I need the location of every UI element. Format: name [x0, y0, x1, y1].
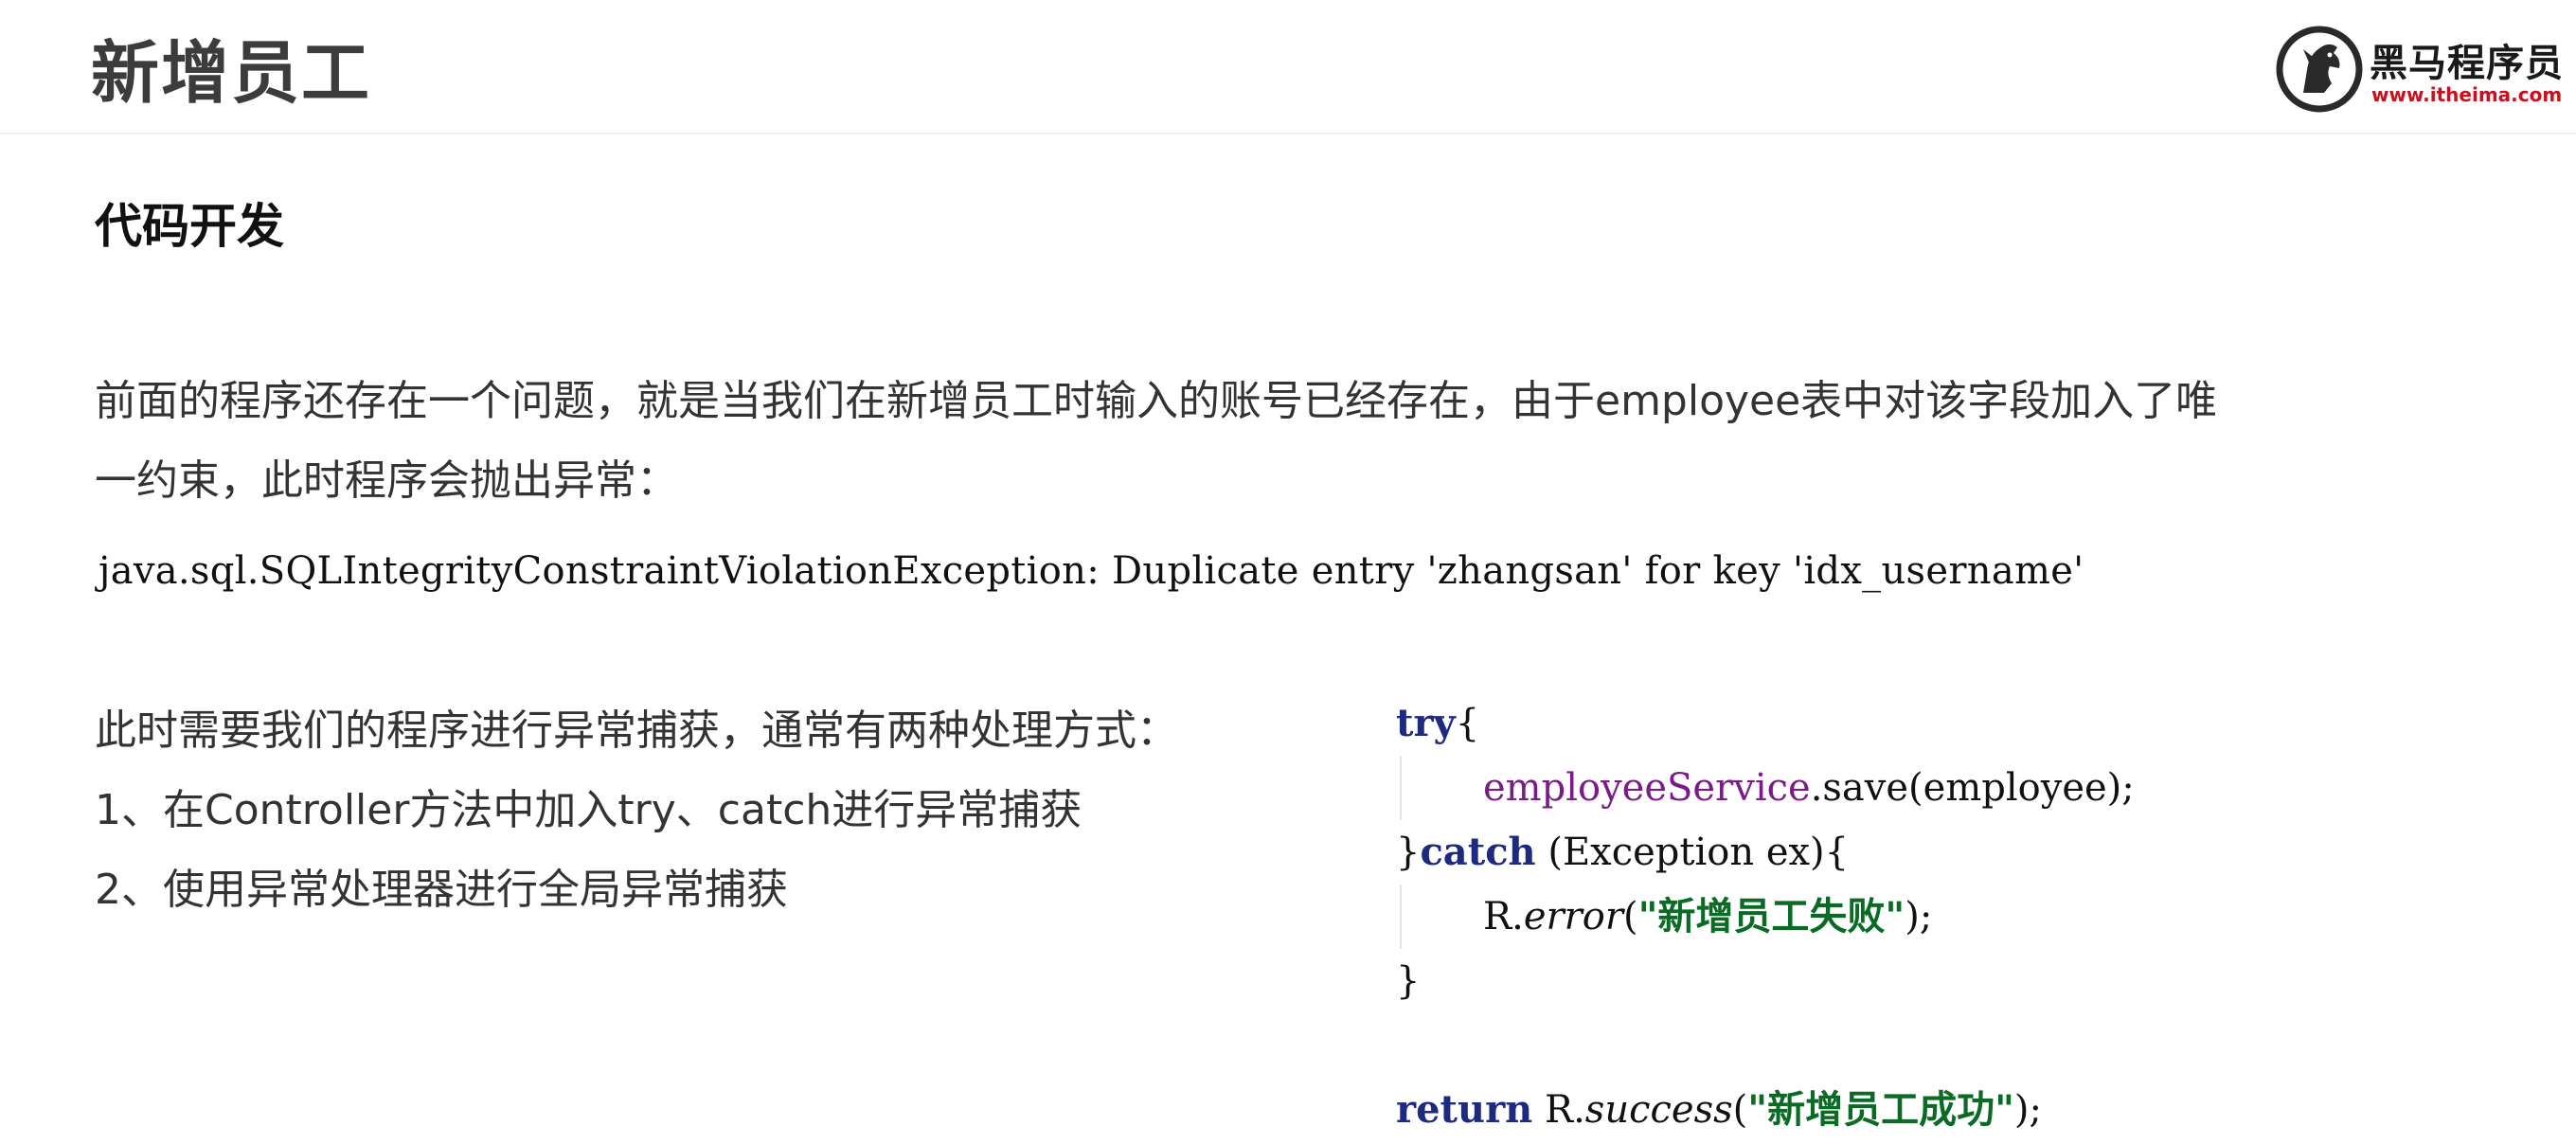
section-heading: 代码开发 — [95, 199, 284, 254]
code-line-end-brace: } — [1396, 949, 2135, 1013]
code-field-service: employeeService — [1483, 766, 1811, 810]
code-open-brace: { — [1455, 702, 1480, 745]
code-success-string: "新增员工成功" — [1747, 1087, 2014, 1132]
code-paren-close-2: ); — [2013, 1088, 2043, 1132]
page-title: 新增员工 — [91, 33, 372, 113]
code-save-call: .save(employee); — [1810, 766, 2135, 810]
code-catch-rest: (Exception ex){ — [1535, 831, 1850, 874]
horse-head-logo-icon — [2276, 26, 2363, 113]
code-line-catch: }catch (Exception ex){ — [1396, 820, 2135, 885]
code-error-string: "新增员工失败" — [1637, 894, 1905, 938]
code-snippet: try{ employeeService.save(employee); }ca… — [1396, 691, 2135, 1142]
exception-message: java.sql.SQLIntegrityConstraintViolation… — [98, 549, 2084, 593]
code-line-save: employeeService.save(employee); — [1396, 756, 2135, 820]
list-item-1: 1、在Controller方法中加入try、catch进行异常捕获 — [95, 786, 1082, 834]
brand-logo: 黑马程序员 www.itheima.com — [2275, 25, 2563, 114]
code-paren-open: ( — [1622, 895, 1638, 938]
paragraph-line-2: 一约束，此时程序会抛出异常： — [95, 456, 678, 505]
logo-name: 黑马程序员 — [2370, 42, 2564, 85]
code-end-brace: } — [1396, 959, 1421, 1003]
keyword-return: return — [1396, 1087, 1533, 1132]
list-item-2: 2、使用异常处理器进行全局异常捕获 — [95, 866, 788, 914]
code-line-try: try{ — [1396, 691, 2135, 756]
code-error-method: error — [1523, 895, 1623, 938]
paragraph-line-1: 前面的程序还存在一个问题，就是当我们在新增员工时输入的账号已经存在，由于empl… — [95, 377, 2218, 425]
code-r-object-2: R. — [1532, 1088, 1585, 1132]
code-close-brace: } — [1396, 831, 1421, 874]
code-line-return: return R.success("新增员工成功"); — [1396, 1078, 2135, 1142]
code-success-method: success — [1584, 1088, 1733, 1132]
keyword-try: try — [1396, 701, 1456, 745]
keyword-catch: catch — [1420, 830, 1536, 874]
list-intro: 此时需要我们的程序进行异常捕获，通常有两种处理方式： — [95, 706, 1178, 755]
code-paren-open-2: ( — [1732, 1088, 1748, 1132]
code-paren-close: ); — [1905, 895, 1933, 938]
code-r-object: R. — [1483, 895, 1524, 938]
handling-list: 此时需要我们的程序进行异常捕获，通常有两种处理方式： 1、在Controller… — [95, 691, 1178, 930]
logo-url: www.itheima.com — [2371, 83, 2563, 106]
slide-header: 新增员工 黑马程序员 www.itheima.com — [0, 0, 2576, 134]
code-line-error: R.error("新增员工失败"); — [1396, 885, 2135, 949]
problem-paragraph: 前面的程序还存在一个问题，就是当我们在新增员工时输入的账号已经存在，由于empl… — [95, 362, 2443, 521]
